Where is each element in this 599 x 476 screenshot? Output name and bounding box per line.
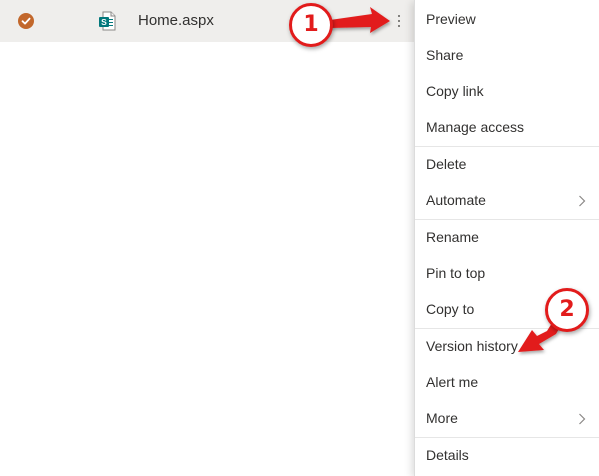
annotation-arrows bbox=[330, 7, 560, 352]
step-1-callout: 1 bbox=[289, 3, 333, 47]
step1-arrow-icon bbox=[330, 7, 390, 33]
screenshot-stage: S Home.aspx e Preview Share Copy link Ma… bbox=[0, 0, 599, 476]
step-2-callout: 2 bbox=[545, 288, 589, 332]
